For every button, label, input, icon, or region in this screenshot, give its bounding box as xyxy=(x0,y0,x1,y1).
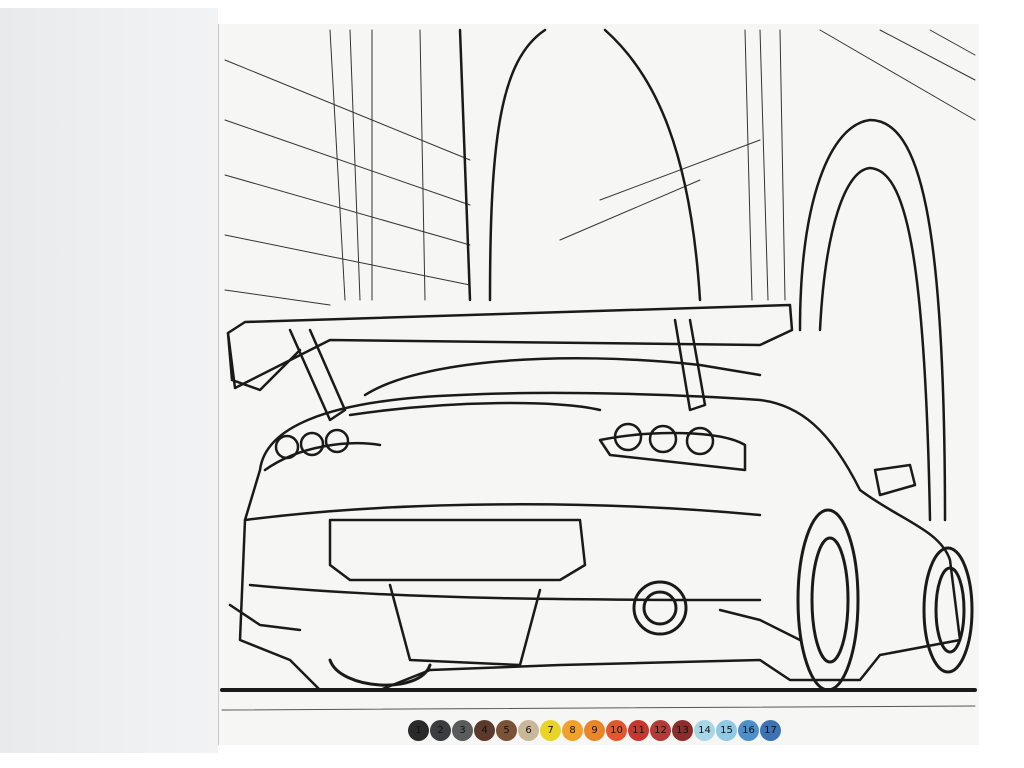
palette-swatch: 12 xyxy=(650,720,671,741)
car-body xyxy=(228,357,962,692)
color-number-palette: 1 2 3 4 5 6 7 8 9 10 11 12 13 14 15 16 17 xyxy=(408,720,781,742)
palette-swatch: 1 xyxy=(408,720,429,741)
tail-lights xyxy=(274,422,715,460)
car-line-art xyxy=(220,28,977,711)
palette-swatch: 6 xyxy=(518,720,539,741)
coloring-book-spread: 1 2 3 4 5 6 7 8 9 10 11 12 13 14 15 16 17 xyxy=(0,0,1024,768)
palette-swatch: 7 xyxy=(540,720,561,741)
side-mirror xyxy=(873,463,917,497)
palette-swatch: 9 xyxy=(584,720,605,741)
arches xyxy=(458,28,947,522)
palette-swatch: 8 xyxy=(562,720,583,741)
palette-swatch: 13 xyxy=(672,720,693,741)
palette-swatch: 5 xyxy=(496,720,517,741)
palette-swatch: 14 xyxy=(694,720,715,741)
palette-swatch: 10 xyxy=(606,720,627,741)
background-architecture xyxy=(224,29,976,306)
palette-swatch: 3 xyxy=(452,720,473,741)
palette-swatch: 17 xyxy=(760,720,781,741)
palette-swatch: 16 xyxy=(738,720,759,741)
exhaust xyxy=(632,580,688,636)
palette-swatch: 11 xyxy=(628,720,649,741)
palette-swatch: 2 xyxy=(430,720,451,741)
palette-swatch: 4 xyxy=(474,720,495,741)
palette-swatch: 15 xyxy=(716,720,737,741)
